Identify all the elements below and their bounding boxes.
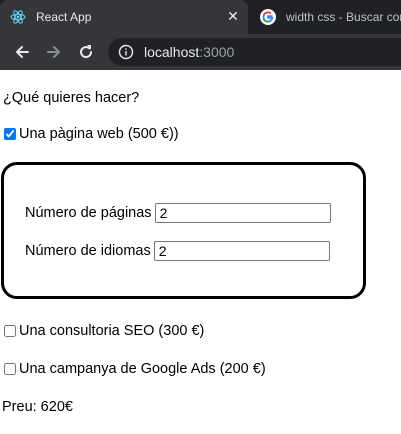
forward-arrow-icon[interactable] — [44, 42, 64, 62]
url-port: :3000 — [199, 44, 235, 60]
seo-checkbox[interactable] — [4, 325, 16, 337]
reload-icon[interactable] — [76, 42, 96, 62]
tab-google-search[interactable]: width css - Buscar con — [252, 0, 401, 34]
web-option-label[interactable]: Una pàgina web (500 €)) — [19, 126, 179, 142]
close-tab-icon[interactable]: ✕ — [226, 9, 240, 23]
address-bar[interactable]: localhost:3000 — [108, 38, 401, 66]
languages-field: Número de idiomas — [25, 241, 330, 261]
react-icon — [10, 10, 26, 24]
tab-title: React App — [36, 10, 92, 24]
question-text: ¿Qué quieres hacer? — [3, 90, 140, 106]
google-icon — [260, 9, 276, 25]
web-options-panel: Número de páginas Número de idiomas — [1, 162, 366, 299]
web-checkbox[interactable] — [4, 128, 16, 140]
info-icon[interactable] — [118, 44, 134, 60]
url-host: localhost — [144, 44, 200, 60]
pages-field: Número de páginas — [25, 203, 331, 223]
browser-toolbar: localhost:3000 — [0, 34, 401, 70]
tab-strip: React App ✕ width css - Buscar con — [0, 0, 401, 34]
back-arrow-icon[interactable] — [12, 42, 32, 62]
ads-checkbox[interactable] — [4, 363, 16, 375]
pages-input[interactable] — [154, 203, 331, 223]
web-option: Una pàgina web (500 €)) — [4, 126, 179, 142]
ads-option-label[interactable]: Una campanya de Google Ads (200 €) — [19, 361, 266, 377]
seo-option: Una consultoria SEO (300 €) — [4, 323, 204, 339]
languages-input[interactable] — [153, 241, 330, 261]
tab-react-app[interactable]: React App ✕ — [0, 0, 248, 34]
total-price: Preu: 620€ — [2, 399, 73, 415]
seo-option-label[interactable]: Una consultoria SEO (300 €) — [19, 323, 204, 339]
pages-label: Número de páginas — [25, 205, 152, 221]
page-content: ¿Qué quieres hacer? Una pàgina web (500 … — [0, 70, 401, 434]
languages-label: Número de idiomas — [25, 243, 151, 259]
ads-option: Una campanya de Google Ads (200 €) — [4, 361, 266, 377]
tab-title: width css - Buscar con — [286, 10, 401, 24]
